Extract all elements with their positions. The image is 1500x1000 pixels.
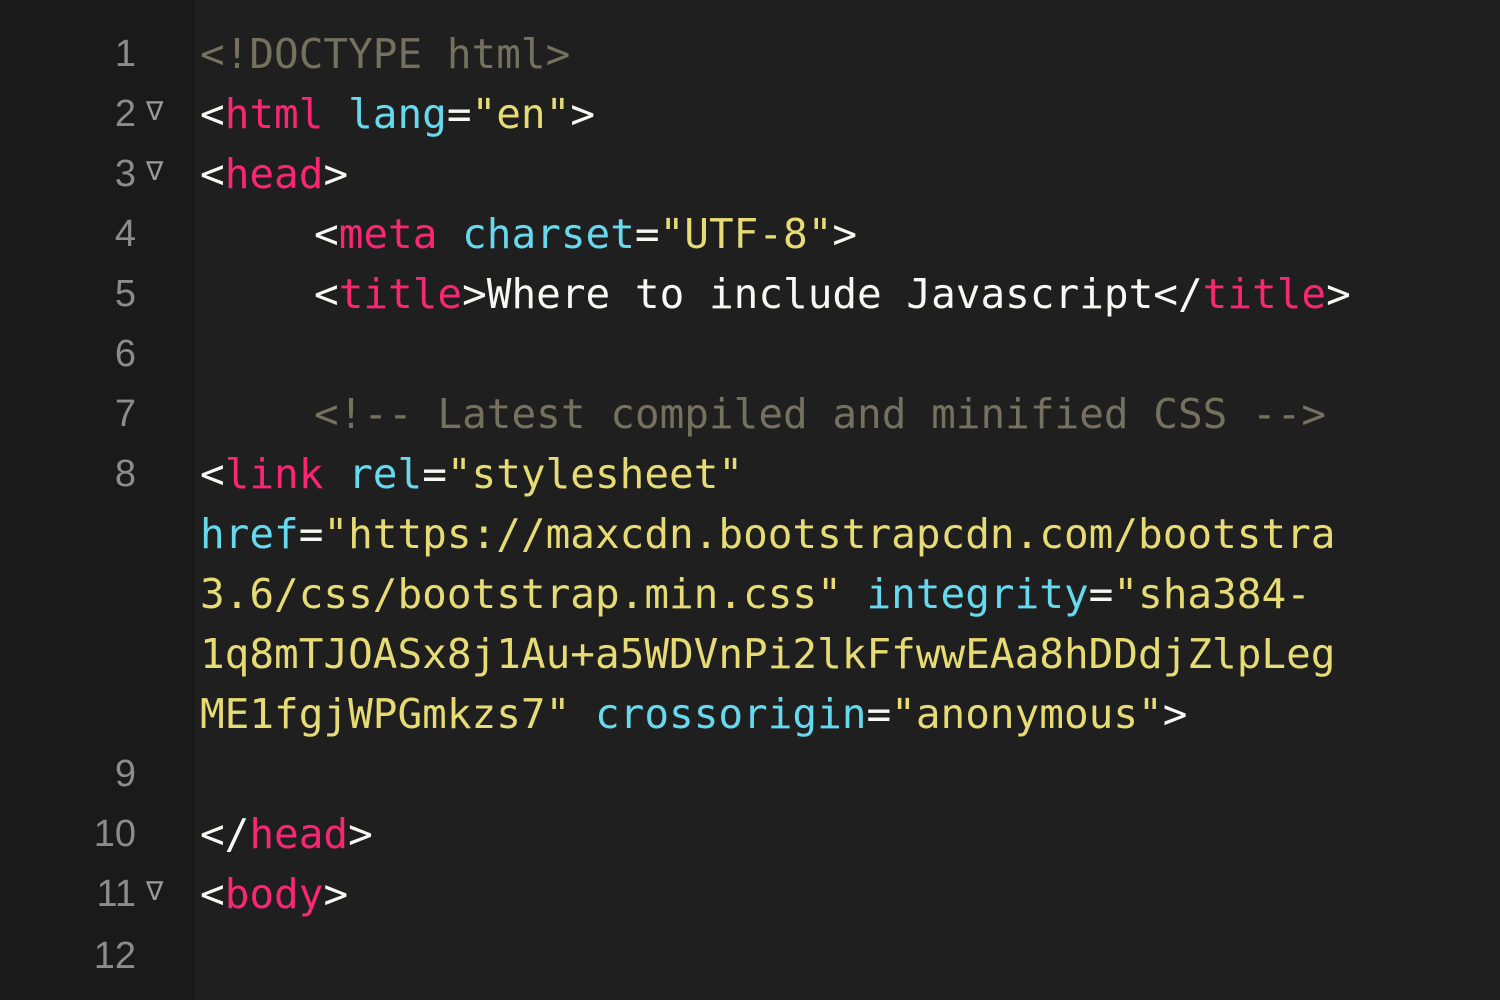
punct-token: > — [1326, 270, 1351, 318]
line-number: 2 — [114, 93, 136, 135]
string-token: "anonymous" — [891, 690, 1163, 738]
punct-token: </ — [200, 810, 250, 858]
line-number: 7 — [114, 393, 136, 435]
code-text: <head> — [200, 144, 348, 204]
fold-toggle-icon[interactable]: ∇ — [146, 864, 163, 920]
code-text: 3.6/css/bootstrap.min.css" integrity="sh… — [200, 564, 1311, 624]
line-number: 9 — [114, 753, 136, 795]
code-line-4[interactable]: 4 <meta charset="UTF-8"> — [0, 204, 1500, 264]
punct-token: < — [314, 270, 339, 318]
text-token: Where to include Javascript — [486, 270, 1154, 318]
code-line-11[interactable]: 11 ∇ <body> — [0, 864, 1500, 924]
string-token: "https://maxcdn.bootstrapcdn.com/bootstr… — [323, 510, 1336, 558]
code-text: <link rel="stylesheet" — [200, 444, 743, 504]
punct-token: = — [634, 210, 660, 258]
attr-token: rel — [348, 450, 423, 498]
attr-token: crossorigin — [594, 690, 867, 738]
fold-toggle-icon[interactable]: ∇ — [146, 84, 163, 140]
punct-token: > — [1162, 690, 1188, 738]
tag-token: body — [224, 870, 324, 918]
punct-token: > — [323, 150, 349, 198]
tag-token: head — [249, 810, 349, 858]
comment-token: <!-- Latest compiled and minified CSS --… — [314, 390, 1327, 438]
string-token: "en" — [471, 90, 571, 138]
punct-token: > — [832, 210, 858, 258]
punct-token: = — [866, 690, 892, 738]
code-line-1[interactable]: 1 <!DOCTYPE html> — [0, 24, 1500, 84]
code-line-8-wrap-2[interactable]: 3.6/css/bootstrap.min.css" integrity="sh… — [0, 564, 1500, 624]
code-line-8-wrap-1[interactable]: href="https://maxcdn.bootstrapcdn.com/bo… — [0, 504, 1500, 564]
line-number: 12 — [93, 935, 136, 977]
code-text: <!DOCTYPE html> — [200, 24, 570, 84]
code-text: 1q8mTJOASx8j1Au+a5WDVnPi2lkFfwwEAa8hDDdj… — [200, 624, 1335, 684]
code-line-9[interactable]: 9 — [0, 744, 1500, 804]
code-line-7[interactable]: 7 <!-- Latest compiled and minified CSS … — [0, 384, 1500, 444]
tag-token: title — [338, 270, 463, 318]
tag-token: html — [224, 90, 324, 138]
attr-token: charset — [462, 210, 635, 258]
code-text: href="https://maxcdn.bootstrapcdn.com/bo… — [200, 504, 1336, 564]
string-token: "stylesheet" — [446, 450, 744, 498]
doctype-token: <!DOCTYPE html> — [200, 30, 571, 78]
code-line-6[interactable]: 6 — [0, 324, 1500, 384]
code-text: <body> — [200, 864, 348, 924]
tag-token: meta — [338, 210, 438, 258]
string-token: ME1fgjWPGmkzs7" — [200, 690, 571, 738]
punct-token: > — [570, 90, 595, 138]
punct-token: < — [200, 150, 225, 198]
code-line-10[interactable]: 10 </head> — [0, 804, 1500, 864]
attr-token: href — [200, 510, 299, 558]
code-line-12[interactable]: 12 — [0, 926, 1500, 986]
punct-token: = — [422, 450, 447, 498]
code-text: <html lang="en"> — [200, 84, 595, 144]
code-text: <title>Where to include Javascript</titl… — [314, 264, 1351, 324]
punct-token: < — [314, 210, 339, 258]
code-line-2[interactable]: 2 ∇ <html lang="en"> — [0, 84, 1500, 144]
tag-token: head — [224, 150, 324, 198]
line-number: 3 — [114, 153, 136, 195]
line-number: 11 — [96, 873, 136, 915]
code-line-8-wrap-3[interactable]: 1q8mTJOASx8j1Au+a5WDVnPi2lkFfwwEAa8hDDdj… — [0, 624, 1500, 684]
code-line-8-wrap-4[interactable]: ME1fgjWPGmkzs7" crossorigin="anonymous"> — [0, 684, 1500, 744]
code-line-3[interactable]: 3 ∇ <head> — [0, 144, 1500, 204]
tag-token: link — [224, 450, 324, 498]
code-text: </head> — [200, 804, 373, 864]
punct-token: = — [446, 90, 472, 138]
string-token: 1q8mTJOASx8j1Au+a5WDVnPi2lkFfwwEAa8hDDdj… — [200, 630, 1336, 678]
string-token: "UTF-8" — [659, 210, 833, 258]
punct-token: > — [462, 270, 487, 318]
attr-token: lang — [348, 90, 447, 138]
code-text: ME1fgjWPGmkzs7" crossorigin="anonymous"> — [200, 684, 1187, 744]
string-token: 3.6/css/bootstrap.min.css" — [200, 570, 842, 618]
string-token: "sha384- — [1113, 570, 1311, 618]
punct-token: = — [1088, 570, 1114, 618]
code-line-8[interactable]: 8 <link rel="stylesheet" — [0, 444, 1500, 504]
attr-token: integrity — [866, 570, 1089, 618]
punct-token: </ — [1153, 270, 1203, 318]
code-text: <meta charset="UTF-8"> — [314, 204, 857, 264]
line-number: 1 — [114, 33, 136, 75]
punct-token: < — [200, 870, 225, 918]
line-number: 10 — [93, 813, 136, 855]
code-editor[interactable]: 1 <!DOCTYPE html> 2 ∇ <html lang="en"> 3… — [0, 0, 1500, 1000]
line-number: 4 — [114, 213, 136, 255]
code-line-5[interactable]: 5 <title>Where to include Javascript</ti… — [0, 264, 1500, 324]
punct-token: < — [200, 90, 225, 138]
tag-token: title — [1202, 270, 1327, 318]
punct-token: < — [200, 450, 225, 498]
punct-token: = — [298, 510, 324, 558]
code-text: <!-- Latest compiled and minified CSS --… — [314, 384, 1326, 444]
punct-token: > — [323, 870, 349, 918]
punct-token: > — [348, 810, 373, 858]
line-number: 6 — [114, 333, 136, 375]
line-number: 8 — [114, 453, 136, 495]
line-number: 5 — [114, 273, 136, 315]
fold-toggle-icon[interactable]: ∇ — [146, 144, 163, 200]
